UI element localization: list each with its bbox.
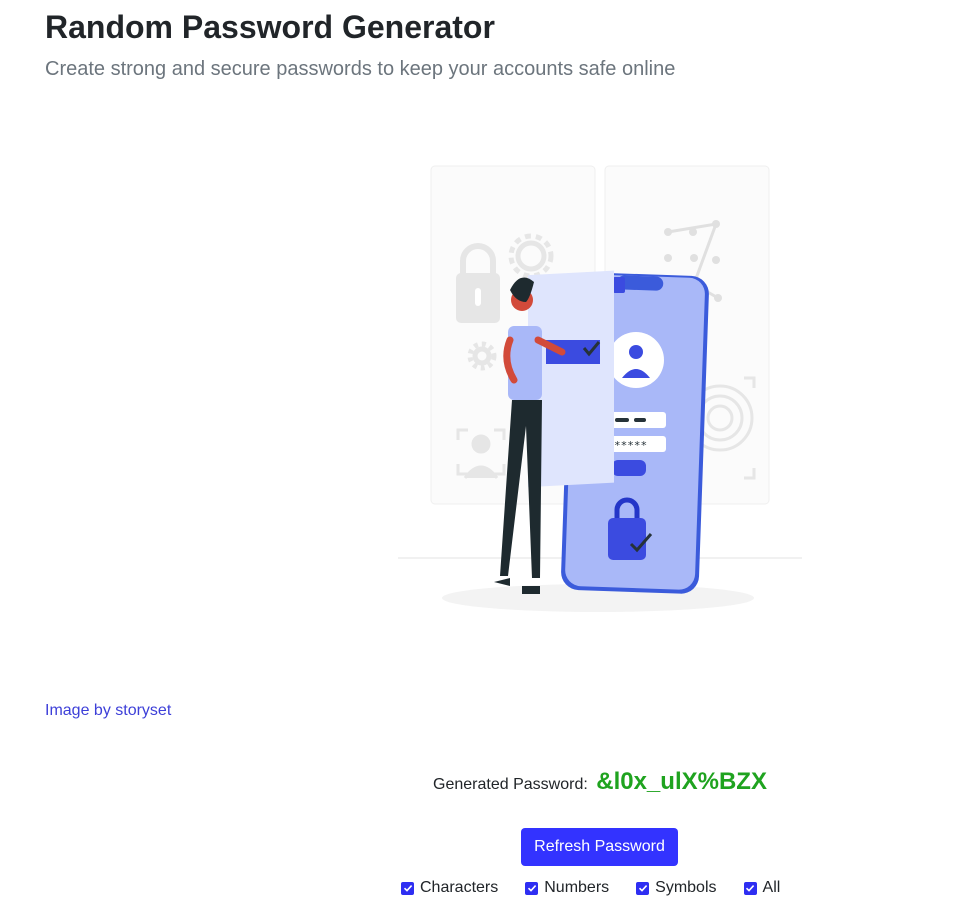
refresh-password-button[interactable]: Refresh Password — [521, 828, 678, 866]
generated-password-label: Generated Password: — [433, 776, 588, 793]
option-numbers[interactable]: Numbers — [525, 879, 609, 897]
characters-checkbox[interactable] — [401, 881, 414, 895]
option-symbols[interactable]: Symbols — [636, 879, 717, 897]
password-options: Characters Numbers Symbols All — [401, 877, 780, 899]
option-characters[interactable]: Characters — [401, 879, 498, 897]
numbers-option-label: Numbers — [544, 879, 610, 896]
numbers-checkbox[interactable] — [525, 881, 539, 895]
characters-option-label: Characters — [420, 879, 499, 896]
symbols-checkbox[interactable] — [636, 881, 650, 895]
generated-password-value: &l0x_ulX%BZX — [596, 768, 767, 795]
image-credit-link[interactable]: Image by storyset — [45, 701, 171, 721]
option-all[interactable]: All — [743, 879, 781, 897]
password-result-row: Generated Password: &l0x_ulX%BZX — [0, 768, 980, 796]
svg-text:*****: ***** — [614, 439, 647, 452]
page-title: Random Password Generator — [45, 9, 495, 45]
password-security-illustration: ***** — [398, 165, 802, 612]
all-checkbox[interactable] — [743, 881, 757, 895]
symbols-option-label: Symbols — [655, 879, 717, 896]
all-option-label: All — [762, 879, 781, 896]
page-subtitle: Create strong and secure passwords to ke… — [45, 58, 676, 80]
